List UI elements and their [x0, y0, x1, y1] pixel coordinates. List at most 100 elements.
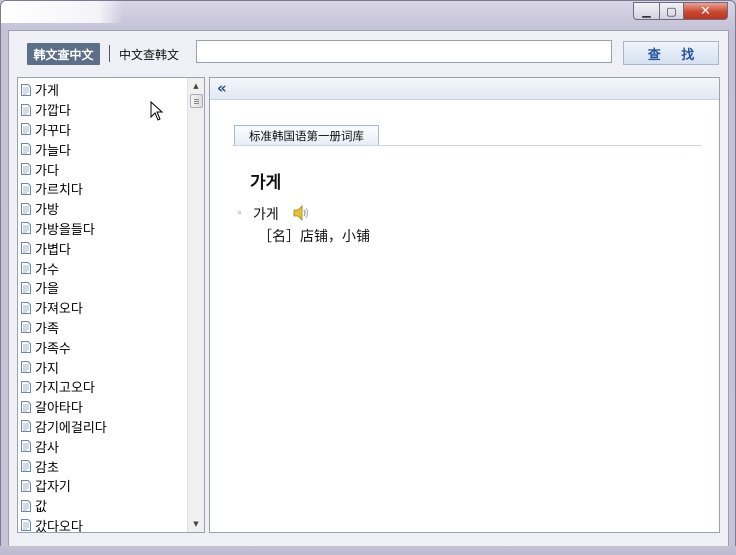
window-controls: ▁ ▢ ✕ — [633, 2, 728, 20]
document-icon — [21, 143, 31, 156]
word-list-scrollbar[interactable]: ▲ ▼ — [187, 78, 204, 532]
document-icon — [21, 301, 31, 314]
headword-title: 가게 — [250, 173, 282, 193]
list-item[interactable]: 갑자기 — [18, 476, 190, 496]
document-icon — [21, 460, 31, 473]
speaker-icon[interactable] — [292, 205, 310, 221]
document-icon — [21, 123, 31, 136]
list-item-label: 가수 — [35, 262, 59, 278]
list-item-label: 가지 — [35, 361, 59, 377]
document-icon — [21, 163, 31, 176]
document-icon — [21, 361, 31, 374]
scroll-up-button[interactable]: ▲ — [188, 78, 204, 94]
tab-dictionary[interactable]: 标准韩国语第一册词库 — [234, 125, 379, 145]
list-item[interactable]: 갔다오다 — [18, 516, 190, 533]
list-item-label: 갈아타다 — [35, 401, 83, 417]
list-item[interactable]: 가깝다 — [18, 100, 190, 120]
client-area: 韩文查中文 中文查韩文 查 找 가게 가깝다 가꾸다 가늘다 가다 가르치다 가방 가방을들다… — [8, 30, 729, 547]
arrow-down-icon: ▼ — [193, 520, 199, 528]
document-icon — [21, 341, 31, 354]
document-icon — [21, 103, 31, 116]
list-item[interactable]: 가방 — [18, 199, 190, 219]
document-icon — [21, 242, 31, 255]
scroll-thumb[interactable] — [190, 94, 203, 108]
app-window: ▁ ▢ ✕ 韩文查中文 中文查韩文 查 找 가게 가깝다 가꾸다 가늘다 가다 가르치다 가… — [0, 0, 736, 555]
list-item[interactable]: 감기에걸리다 — [18, 417, 190, 437]
list-item-label: 가볍다 — [35, 242, 71, 258]
document-icon — [21, 420, 31, 433]
list-item-label: 가족 — [35, 321, 59, 337]
document-icon — [21, 400, 31, 413]
list-item[interactable]: 가족 — [18, 318, 190, 338]
list-item[interactable]: 가을 — [18, 278, 190, 298]
document-icon — [21, 519, 31, 532]
mode-separator — [109, 45, 110, 62]
maximize-icon: ▢ — [666, 4, 677, 18]
list-item[interactable]: 가게 — [18, 80, 190, 100]
document-icon — [21, 182, 31, 195]
list-item[interactable]: 가족수 — [18, 337, 190, 357]
maximize-button[interactable]: ▢ — [659, 2, 684, 20]
list-item[interactable]: 가지 — [18, 357, 190, 377]
list-item-label: 갔다오다 — [35, 519, 83, 533]
list-item-label: 가져오다 — [35, 302, 83, 318]
list-item-label: 가늘다 — [35, 143, 71, 159]
list-item-label: 가방을들다 — [35, 222, 95, 238]
list-item[interactable]: 가볍다 — [18, 238, 190, 258]
minimize-button[interactable]: ▁ — [633, 2, 659, 20]
list-item-label: 감초 — [35, 460, 59, 476]
mode-chinese-to-korean-button[interactable]: 中文查韩文 — [119, 43, 181, 65]
document-icon — [21, 440, 31, 453]
list-item[interactable]: 감초 — [18, 456, 190, 476]
list-item-label: 가방 — [35, 203, 59, 219]
list-item[interactable]: 가늘다 — [18, 139, 190, 159]
double-chevron-left-icon[interactable]: « — [217, 79, 227, 98]
minimize-icon: ▁ — [642, 4, 651, 18]
list-item-label: 가꾸다 — [35, 123, 71, 139]
list-item-label: 감기에걸리다 — [35, 420, 107, 436]
list-item[interactable]: 감사 — [18, 436, 190, 456]
tab-underline — [232, 145, 702, 146]
document-icon — [21, 262, 31, 275]
list-item[interactable]: 값 — [18, 496, 190, 516]
window-bottom-border — [0, 546, 736, 555]
document-icon — [21, 499, 31, 512]
document-icon — [21, 222, 31, 235]
document-icon — [21, 321, 31, 334]
list-item-label: 가을 — [35, 282, 59, 298]
mouse-cursor-icon — [150, 101, 164, 121]
list-item-label: 가르치다 — [35, 183, 83, 199]
list-item[interactable]: 가수 — [18, 258, 190, 278]
list-item[interactable]: 가꾸다 — [18, 120, 190, 140]
list-item-label: 가다 — [35, 163, 59, 179]
list-item-label: 값 — [35, 500, 47, 516]
list-item-label: 가지고오다 — [35, 381, 95, 397]
close-button[interactable]: ✕ — [684, 2, 728, 20]
mode-korean-to-chinese-button[interactable]: 韩文查中文 — [27, 43, 100, 65]
list-item[interactable]: 가지고오다 — [18, 377, 190, 397]
title-bar — [1, 1, 123, 23]
list-item-label: 가게 — [35, 84, 59, 100]
search-button[interactable]: 查 找 — [623, 41, 719, 65]
list-item[interactable]: 가다 — [18, 159, 190, 179]
word-list-panel: 가게가깝다가꾸다가늘다가다가르치다가방가방을들다가볍다가수가을가져오다가족가족수… — [17, 77, 205, 533]
arrow-up-icon: ▲ — [193, 82, 199, 90]
entry-word: 가게 — [253, 207, 279, 223]
document-icon — [21, 380, 31, 393]
document-icon — [21, 202, 31, 215]
list-item[interactable]: 갈아타다 — [18, 397, 190, 417]
list-item-label: 가깝다 — [35, 104, 71, 120]
list-item[interactable]: 가져오다 — [18, 298, 190, 318]
document-icon — [21, 281, 31, 294]
scroll-down-button[interactable]: ▼ — [188, 516, 204, 532]
list-item[interactable]: 가르치다 — [18, 179, 190, 199]
word-list: 가게가깝다가꾸다가늘다가다가르치다가방가방을들다가볍다가수가을가져오다가족가족수… — [18, 80, 190, 533]
entry-definition: ［名］店铺，小铺 — [258, 229, 370, 245]
list-item[interactable]: 가방을들다 — [18, 219, 190, 239]
close-icon: ✕ — [700, 3, 711, 19]
list-item-label: 가족수 — [35, 341, 71, 357]
panel-header-bar: « — [210, 78, 719, 100]
search-input[interactable] — [196, 40, 612, 63]
list-item-label: 감사 — [35, 440, 59, 456]
document-icon — [21, 479, 31, 492]
